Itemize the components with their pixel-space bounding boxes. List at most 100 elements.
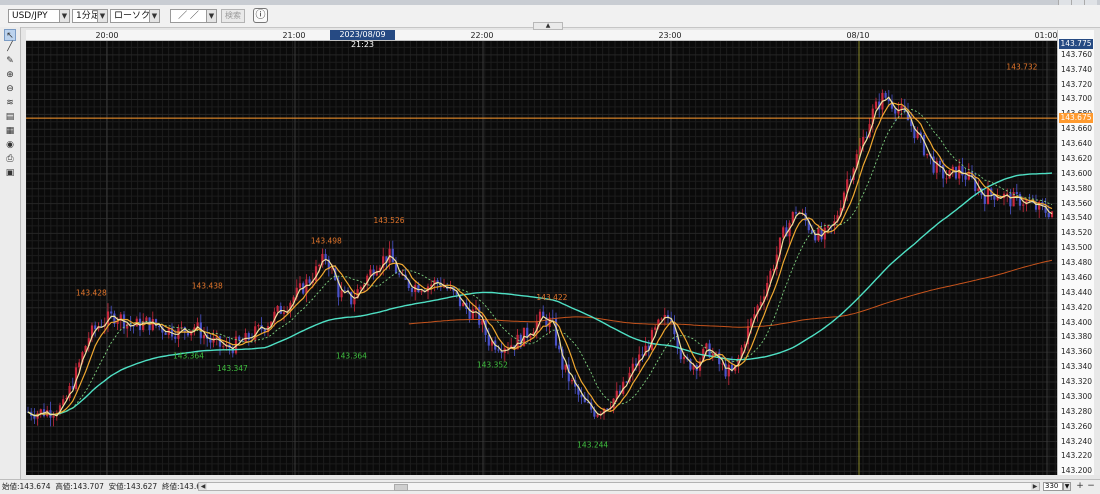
- price-tick-label: 143.460: [1061, 272, 1093, 282]
- candle-body: [94, 325, 97, 330]
- candle-body: [945, 178, 948, 180]
- candle-type-select[interactable]: ローソク(BID): [110, 9, 150, 23]
- all-tools-icon[interactable]: ✎: [4, 55, 16, 67]
- print-icon[interactable]: ⎙: [4, 153, 16, 165]
- zoom-out-button[interactable]: −: [1086, 482, 1096, 491]
- candle-body: [558, 345, 561, 350]
- zoom-select[interactable]: 330: [1043, 482, 1063, 491]
- candle-body: [874, 101, 878, 109]
- high-annotation-label: 143.422: [536, 293, 567, 302]
- high-annotation-label: 143.438: [192, 281, 223, 290]
- price-tick-label: 143.740: [1061, 64, 1093, 74]
- trendline-tool-icon[interactable]: ╱: [4, 41, 16, 53]
- candle-type-dropdown-icon[interactable]: ▼: [149, 9, 160, 23]
- indicator-icon[interactable]: ≋: [4, 97, 16, 109]
- time-tick-label: 21:00: [282, 31, 306, 40]
- candle-body: [420, 291, 423, 293]
- zoom-dropdown-icon[interactable]: ▼: [1063, 482, 1071, 491]
- candle-body: [884, 92, 887, 98]
- timeframe-dropdown-icon[interactable]: ▼: [97, 9, 108, 23]
- date-input[interactable]: ／ ／: [170, 9, 207, 23]
- candle-body: [282, 312, 286, 314]
- candle-body: [750, 318, 753, 327]
- symbol-dropdown-icon[interactable]: ▼: [59, 9, 70, 23]
- price-tick-label: 143.300: [1061, 391, 1093, 401]
- candle-body: [164, 332, 167, 335]
- candle-body: [782, 227, 785, 238]
- search-button[interactable]: 検索: [221, 9, 245, 23]
- candle-body: [1006, 193, 1009, 195]
- time-axis: [26, 30, 1057, 41]
- candle-body: [625, 381, 628, 383]
- price-tick-label: 143.340: [1061, 362, 1093, 372]
- high-annotation-label: 143.732: [1006, 63, 1037, 72]
- candle-body: [977, 188, 980, 192]
- price-tick-label: 143.580: [1061, 183, 1093, 193]
- zoom-out-icon[interactable]: ⊖: [4, 83, 16, 95]
- candle-body: [942, 164, 945, 179]
- chart-plot-area[interactable]: 143.428 143.438 143.498 143.526 143.422 143.7…: [25, 30, 1057, 475]
- ohlc-readout: 始値:143.674 高値:143.707 安値:143.627 終値:143.…: [2, 482, 211, 492]
- price-tick-label: 143.500: [1061, 243, 1093, 253]
- timeframe-select[interactable]: 1分足: [72, 9, 98, 23]
- candle-body: [1009, 193, 1012, 207]
- current-price-label: 143.675: [1059, 113, 1093, 124]
- candle-body: [721, 363, 724, 365]
- scroll-right-icon[interactable]: ▶: [1031, 483, 1039, 490]
- scroll-left-icon[interactable]: ◀: [199, 483, 207, 490]
- candlestick-chart[interactable]: 143.428 143.438 143.498 143.526 143.422 143.7…: [25, 30, 1057, 475]
- time-tick-label: 20:00: [95, 31, 119, 40]
- price-tick-label: 143.380: [1061, 332, 1093, 342]
- grid-settings-icon[interactable]: ▤: [4, 111, 16, 123]
- candle-body: [442, 286, 446, 288]
- price-tick-label: 143.760: [1061, 49, 1093, 59]
- price-tick-label: 143.600: [1061, 168, 1093, 178]
- candle-body: [52, 415, 55, 418]
- candle-body: [110, 311, 113, 314]
- scroll-thumb[interactable]: [394, 484, 408, 491]
- candle-body: [1015, 192, 1018, 195]
- candle-body: [359, 286, 362, 290]
- collapse-panel-icon[interactable]: ▲: [533, 22, 563, 30]
- candle-body: [682, 356, 686, 360]
- zoom-in-icon[interactable]: ⊕: [4, 69, 16, 81]
- candle-body: [654, 327, 657, 330]
- info-icon[interactable]: ⓘ: [253, 8, 268, 23]
- horizontal-scrollbar[interactable]: ◀ ▶: [198, 482, 1040, 491]
- price-tick-label: 143.520: [1061, 228, 1093, 238]
- view-icon[interactable]: ◉: [4, 139, 16, 151]
- candle-body: [202, 335, 206, 339]
- layout-icon[interactable]: ▦: [4, 125, 16, 137]
- candle-body: [983, 195, 986, 205]
- pointer-tool-icon[interactable]: ↖: [4, 29, 16, 41]
- price-tick-label: 143.240: [1061, 436, 1093, 446]
- candle-body: [410, 287, 414, 293]
- candle-body: [174, 336, 177, 339]
- candle-body: [39, 409, 42, 414]
- time-tick-label: 22:00: [470, 31, 494, 40]
- price-tick-label: 143.360: [1061, 347, 1093, 357]
- candle-body: [1018, 194, 1022, 206]
- candle-body: [340, 290, 343, 298]
- candle-body: [964, 175, 967, 180]
- candle-body: [417, 284, 420, 293]
- open-value: 始値:143.674: [2, 482, 51, 491]
- price-tick-label: 143.640: [1061, 139, 1093, 149]
- symbol-select[interactable]: USD/JPY: [8, 9, 60, 23]
- candle-body: [324, 253, 327, 260]
- date-dropdown-icon[interactable]: ▼: [206, 9, 217, 23]
- low-annotation-label: 143.364: [173, 351, 204, 360]
- candle-body: [926, 153, 929, 156]
- vertical-scrollbar[interactable]: [1094, 30, 1100, 475]
- price-tick-label: 143.540: [1061, 213, 1093, 223]
- drawing-tools-sidebar: ↖ ╱ ✎ ⊕ ⊖ ≋ ▤ ▦ ◉ ⎙ ▣: [0, 27, 21, 479]
- price-tick-label: 143.200: [1061, 466, 1093, 476]
- candle-body: [570, 380, 574, 382]
- high-annotation-label: 143.498: [311, 237, 342, 246]
- export-icon[interactable]: ▣: [4, 167, 16, 179]
- candle-body: [33, 415, 36, 419]
- candle-body: [1022, 204, 1025, 206]
- candle-body: [596, 414, 599, 417]
- candle-body: [244, 333, 247, 342]
- zoom-in-button[interactable]: +: [1075, 482, 1085, 491]
